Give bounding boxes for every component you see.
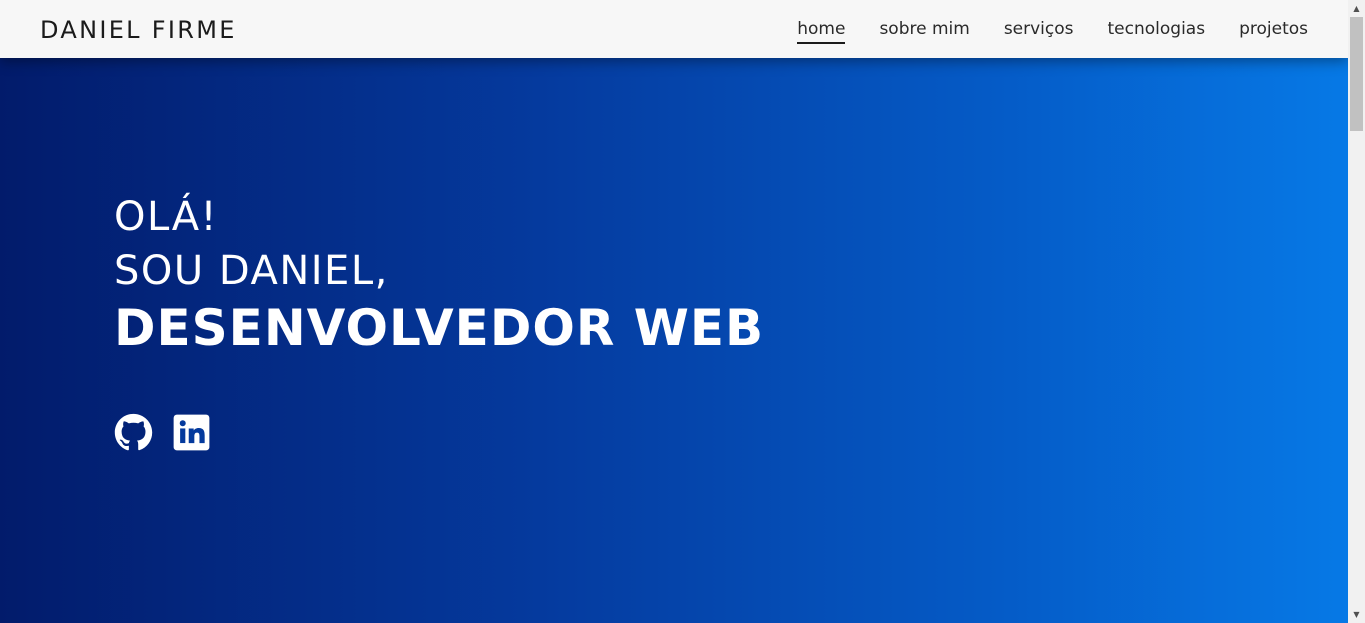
social-links — [114, 413, 211, 452]
linkedin-link[interactable] — [172, 413, 211, 452]
page: DANIEL FIRME home sobre mim serviços tec… — [0, 0, 1365, 623]
nav-link-tecnologias[interactable]: tecnologias — [1108, 18, 1206, 44]
hero-greeting: OLÁ! — [114, 194, 219, 240]
vertical-scrollbar[interactable]: ▲ ▼ — [1348, 0, 1365, 623]
nav-link-projetos[interactable]: projetos — [1239, 18, 1308, 44]
linkedin-icon — [173, 414, 210, 451]
nav-menu: home sobre mim serviços tecnologias proj… — [797, 18, 1308, 44]
scroll-up-arrow-icon[interactable]: ▲ — [1348, 0, 1365, 17]
hero-intro: SOU DANIEL, — [114, 248, 389, 294]
navbar: DANIEL FIRME home sobre mim serviços tec… — [0, 0, 1348, 58]
nav-link-sobre-mim[interactable]: sobre mim — [879, 18, 969, 44]
brand-logo[interactable]: DANIEL FIRME — [40, 17, 237, 43]
hero-role: DESENVOLVEDOR WEB — [114, 299, 765, 357]
scroll-down-arrow-icon[interactable]: ▼ — [1348, 606, 1365, 623]
scroll-thumb[interactable] — [1350, 17, 1363, 131]
nav-link-servicos[interactable]: serviços — [1004, 18, 1074, 44]
github-link[interactable] — [114, 413, 153, 452]
github-icon — [114, 413, 153, 451]
hero-heading: OLÁ! SOU DANIEL, DESENVOLVEDOR WEB — [114, 190, 764, 358]
nav-link-home[interactable]: home — [797, 18, 846, 44]
hero-section: OLÁ! SOU DANIEL, DESENVOLVEDOR WEB — [0, 58, 1348, 623]
